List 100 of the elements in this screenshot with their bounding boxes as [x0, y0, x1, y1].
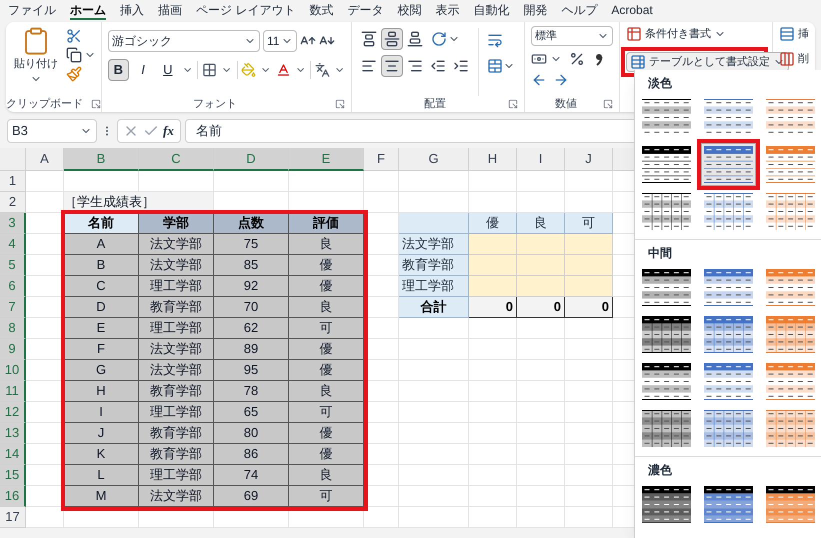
font-color-icon[interactable]	[276, 62, 291, 78]
table-style-thumbnail[interactable]	[763, 360, 818, 403]
column-header[interactable]: G	[399, 148, 469, 171]
ribbon-tab[interactable]: ホーム	[70, 1, 106, 20]
row-header[interactable]: 11	[0, 381, 26, 402]
ribbon-tab[interactable]: 挿入	[120, 1, 144, 20]
row-header[interactable]: 7	[0, 297, 26, 318]
row-header[interactable]: 15	[0, 465, 26, 486]
ribbon-tab[interactable]: ページ レイアウト	[196, 1, 296, 20]
ribbon-tab[interactable]: 数式	[309, 1, 334, 20]
copy-icon[interactable]	[66, 47, 82, 63]
table-cell: 可	[289, 318, 364, 339]
percent-icon[interactable]	[569, 51, 585, 67]
column-header[interactable]: B	[64, 148, 139, 171]
font-name-dropdown[interactable]: 游ゴシック	[108, 30, 260, 52]
table-style-thumbnail[interactable]	[701, 360, 756, 403]
table-style-thumbnail[interactable]	[763, 483, 818, 526]
ribbon-tab[interactable]: 開発	[523, 1, 548, 20]
dialog-launcher-icon[interactable]	[335, 99, 345, 109]
ribbon-tab[interactable]: 校閲	[397, 1, 422, 20]
insert-function-button[interactable]: fx	[163, 121, 174, 141]
row-header[interactable]: 12	[0, 402, 26, 423]
table-style-thumbnail[interactable]	[639, 407, 694, 450]
wrap-text-icon[interactable]	[487, 32, 503, 48]
table-style-thumbnail[interactable]	[639, 313, 694, 356]
row-header[interactable]: 5	[0, 255, 26, 276]
ribbon-tab[interactable]: ファイル	[8, 1, 56, 20]
row-header[interactable]: 8	[0, 318, 26, 339]
align-center-button[interactable]	[381, 55, 403, 77]
input-cell[interactable]	[565, 255, 613, 276]
table-style-thumbnail[interactable]	[763, 266, 818, 309]
table-style-thumbnail[interactable]	[763, 313, 818, 356]
alignment-icon	[384, 58, 400, 74]
font-style-button[interactable]: B	[108, 59, 129, 81]
row-header[interactable]: 14	[0, 444, 26, 465]
row-header[interactable]: 13	[0, 423, 26, 444]
row-header[interactable]: 16	[0, 486, 26, 507]
input-cell[interactable]	[565, 276, 613, 297]
dialog-launcher-icon[interactable]	[603, 99, 613, 109]
column-header[interactable]: H	[469, 148, 517, 171]
row-header[interactable]: 6	[0, 276, 26, 297]
table-style-thumbnail[interactable]	[701, 313, 756, 356]
table-style-thumbnail[interactable]	[763, 407, 818, 450]
column-header[interactable]: J	[565, 148, 613, 171]
font-size-dropdown[interactable]: 11	[263, 30, 297, 52]
number-format-dropdown[interactable]: 標準	[531, 26, 613, 46]
row-header[interactable]: 3	[0, 213, 26, 234]
merge-cells-icon[interactable]	[487, 58, 503, 74]
ribbon-tab[interactable]: ヘルプ	[561, 1, 598, 20]
paste-button[interactable]: 貼り付け	[12, 26, 60, 96]
input-cell[interactable]	[517, 234, 565, 255]
name-box[interactable]: B3	[7, 119, 97, 143]
fill-color-icon[interactable]	[241, 62, 256, 78]
insert-button[interactable]: 挿	[779, 26, 809, 42]
increase-decimal-icon[interactable]	[531, 72, 547, 88]
table-style-thumbnail[interactable]	[701, 266, 756, 309]
dialog-launcher-icon[interactable]	[91, 99, 101, 109]
row-header[interactable]: 10	[0, 360, 26, 381]
decrease-decimal-icon[interactable]	[553, 72, 569, 88]
conditional-formatting-button[interactable]: 条件付き書式	[624, 25, 768, 43]
comma-style-icon[interactable]	[594, 52, 604, 66]
ribbon-tab[interactable]: データ	[347, 1, 384, 20]
row-header[interactable]: 17	[0, 507, 26, 528]
ribbon-tab[interactable]: 描画	[158, 1, 182, 20]
column-header[interactable]: A	[26, 148, 64, 171]
input-cell[interactable]	[469, 234, 517, 255]
row-header[interactable]: 2	[0, 192, 26, 213]
ribbon-tab[interactable]: 自動化	[473, 1, 510, 20]
table-style-thumbnail[interactable]	[701, 483, 756, 526]
table-style-thumbnail[interactable]	[639, 143, 694, 186]
phonetic-icon[interactable]	[314, 62, 330, 78]
column-header[interactable]: I	[517, 148, 565, 171]
column-header[interactable]: D	[214, 148, 289, 171]
row-header[interactable]: 1	[0, 171, 26, 192]
middle-align-button[interactable]	[381, 28, 403, 50]
row-header[interactable]: 9	[0, 339, 26, 360]
font-style-button[interactable]: U	[157, 59, 178, 81]
column-header[interactable]: C	[139, 148, 214, 171]
input-cell[interactable]	[517, 276, 565, 297]
table-style-thumbnail[interactable]	[763, 143, 818, 186]
ribbon-tab[interactable]: Acrobat	[611, 1, 653, 20]
input-cell[interactable]	[565, 234, 613, 255]
input-cell[interactable]	[469, 255, 517, 276]
column-header[interactable]: E	[289, 148, 364, 171]
dialog-launcher-icon[interactable]	[508, 99, 518, 109]
orientation-icon[interactable]	[431, 31, 447, 47]
input-cell[interactable]	[469, 276, 517, 297]
font-style-button[interactable]: I	[132, 59, 154, 81]
table-style-thumbnail[interactable]	[639, 483, 694, 526]
table-cell: B	[64, 255, 139, 276]
ribbon-tab[interactable]: 表示	[435, 1, 460, 20]
table-style-thumbnail[interactable]	[639, 360, 694, 403]
table-style-thumbnail[interactable]	[701, 407, 756, 450]
borders-icon[interactable]	[202, 62, 218, 78]
input-cell[interactable]	[517, 255, 565, 276]
column-header[interactable]: F	[364, 148, 399, 171]
table-cell: 良	[289, 465, 364, 486]
row-header[interactable]: 4	[0, 234, 26, 255]
table-style-thumbnail[interactable]	[639, 266, 694, 309]
cut-icon[interactable]	[66, 28, 82, 44]
